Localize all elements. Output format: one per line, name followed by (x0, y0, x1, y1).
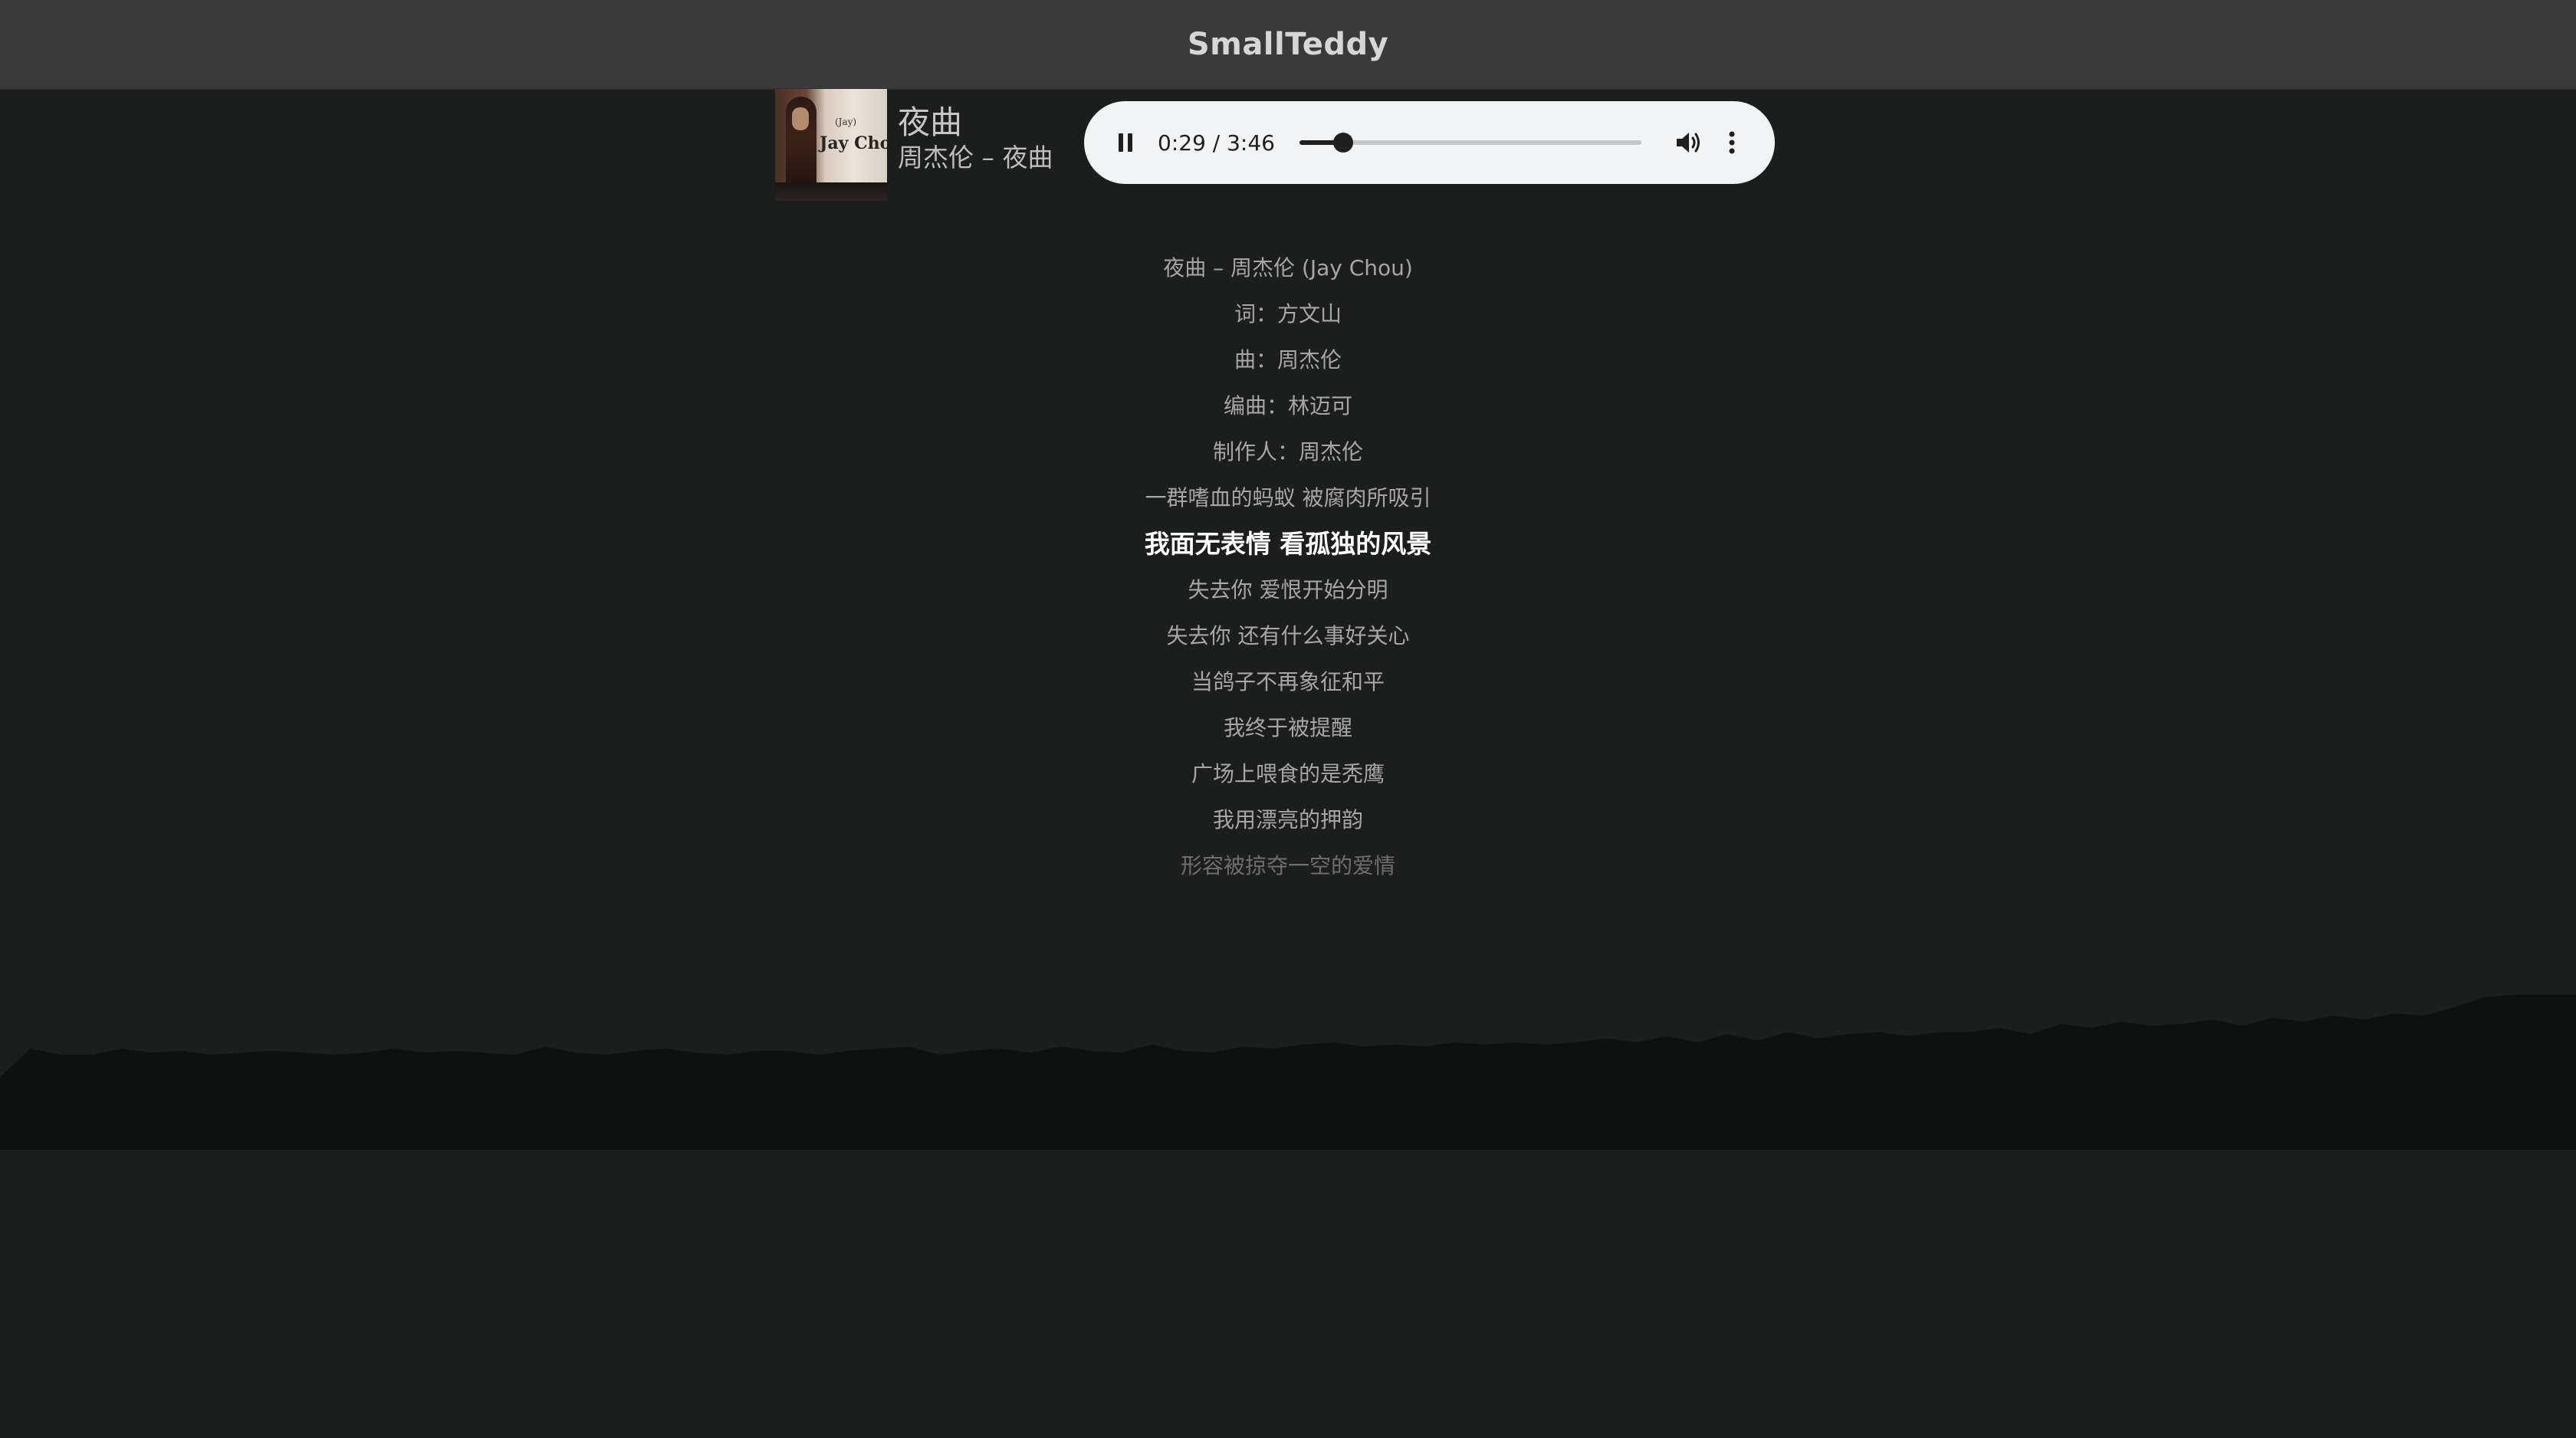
audio-player[interactable]: 0:29 / 3:46 (1084, 101, 1775, 184)
lyric-line: 我用漂亮的押韵 (1212, 807, 1363, 832)
lyric-line: 失去你 爱恨开始分明 (1188, 577, 1388, 602)
lyrics-panel: 夜曲 – 周杰伦 (Jay Chou) 词：方文山曲：周杰伦编曲：林迈可 制作人：周… (905, 245, 1671, 889)
more-options-button[interactable] (1723, 127, 1741, 158)
visualizer-waveform (0, 994, 2576, 1150)
lyric-line: 形容被掠夺一空的爱情 (1180, 853, 1395, 878)
lyric-line: 制作人：周杰伦 (1212, 439, 1363, 465)
lyric-line: 曲：周杰伦 (1234, 347, 1342, 373)
volume-button[interactable] (1674, 127, 1704, 158)
cover-piano (775, 182, 887, 201)
title-bar: SmallTeddy (0, 0, 2576, 90)
lyric-line: 一群嗜血的蚂蚁 被腐肉所吸引 (1145, 485, 1431, 511)
lyric-line: 失去你 还有什么事好关心 (1166, 623, 1410, 648)
audio-visualizer (0, 994, 2576, 1150)
lyric-line: 当鸽子不再象征和平 (1191, 669, 1385, 694)
app-window: SmallTeddy (Jay) Jay Chou 夜曲 周杰伦 – 夜曲 0:… (0, 0, 2576, 1438)
album-cover: (Jay) Jay Chou (775, 89, 887, 201)
lyric-line-current: 我面无表情 看孤独的风景 (1144, 529, 1432, 559)
lyric-line: 编曲：林迈可 (1223, 393, 1352, 419)
pause-icon (1119, 133, 1132, 152)
song-artist-album: 周杰伦 – 夜曲 (898, 143, 1053, 172)
song-title: 夜曲 (898, 103, 963, 141)
progress-thumb[interactable] (1333, 133, 1354, 153)
lyric-line: 词：方文山 (1234, 301, 1342, 327)
progress-slider[interactable] (1300, 133, 1641, 153)
more-vertical-icon (1729, 131, 1735, 154)
lyric-line: 广场上喂食的是秃鹰 (1191, 761, 1385, 786)
pause-button[interactable] (1112, 129, 1139, 156)
lyric-line: 夜曲 – 周杰伦 (Jay Chou) (1163, 255, 1413, 281)
now-playing-info: (Jay) Jay Chou 夜曲 周杰伦 – 夜曲 (775, 89, 1053, 201)
cover-small-text: (Jay) (835, 117, 857, 127)
lyric-line: 我终于被提醒 (1223, 715, 1352, 740)
track-meta: 夜曲 周杰伦 – 夜曲 (898, 89, 1053, 173)
cover-artist-text: Jay Chou (820, 133, 887, 153)
cover-face (792, 107, 809, 130)
volume-icon (1677, 133, 1700, 153)
app-title: SmallTeddy (1187, 26, 1389, 62)
time-display: 0:29 / 3:46 (1158, 130, 1275, 156)
